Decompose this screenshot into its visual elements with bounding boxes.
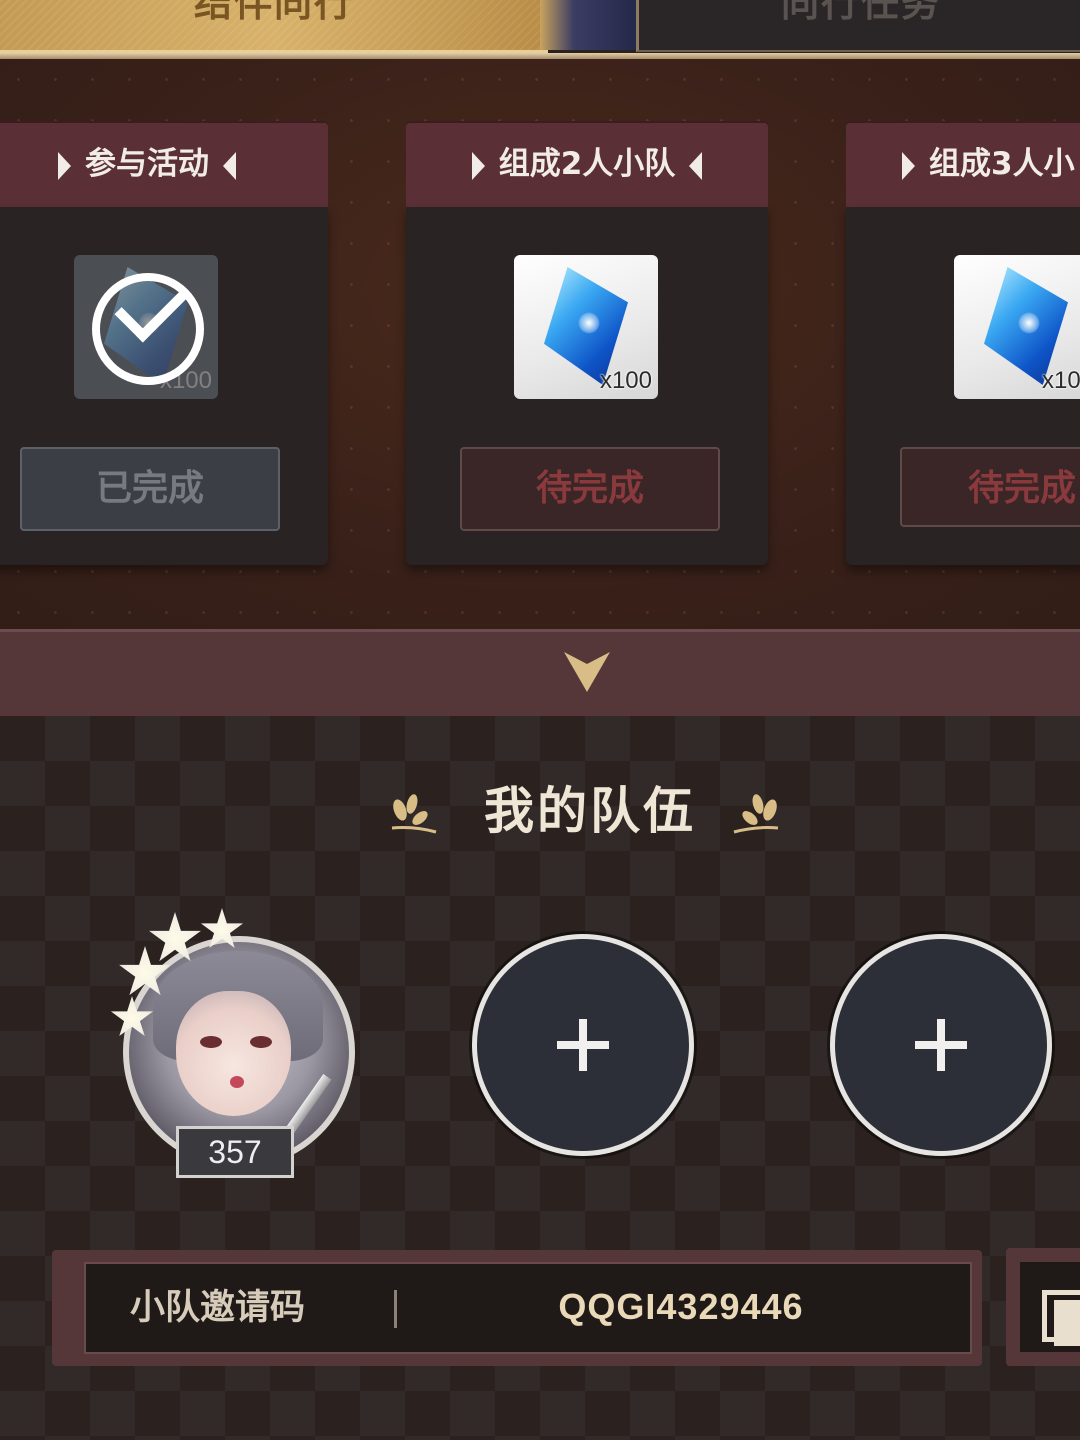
collapse-arrow-icon[interactable]	[564, 652, 610, 692]
avatar-mouth	[230, 1076, 244, 1088]
triangle-right-icon	[902, 151, 915, 180]
avatar-eye	[250, 1036, 272, 1048]
invite-code-box: 小队邀请码 QQGI4329446	[52, 1250, 982, 1366]
status-completed-button[interactable]: 已完成	[20, 447, 280, 531]
task-card-body: x100 待完成	[406, 207, 768, 565]
tab-companion-tasks-label: 同行任务	[780, 0, 941, 25]
task-title-text: 参与活动	[85, 146, 209, 182]
task-card: 组成3人小 x10 待完成	[846, 121, 1080, 565]
plus-icon	[579, 1019, 587, 1071]
triangle-right-icon	[58, 151, 71, 180]
task-title-text: 组成2人小队	[498, 146, 676, 182]
triangle-right-icon	[471, 151, 485, 180]
avatar-eye	[200, 1036, 222, 1048]
team-member-avatar[interactable]: 357	[110, 908, 368, 1179]
triangle-left-icon	[223, 151, 236, 180]
status-pending-button[interactable]: 待完成	[460, 447, 720, 531]
team-section: 我的队伍 357 小队邀请码 QQGI4329446	[0, 716, 1080, 1440]
status-pending-button[interactable]: 待完成	[900, 447, 1080, 527]
tab-companion[interactable]: 结伴同行	[0, 0, 548, 53]
reward-quantity: x100	[599, 367, 652, 394]
invite-code-value: QQGI4329446	[558, 1286, 804, 1327]
task-card-body: x100 已完成	[0, 207, 328, 565]
task-title-text: 组成3人小	[929, 146, 1075, 182]
top-tab-bar: 结伴同行 同行任务	[0, 0, 1080, 62]
invite-separator	[394, 1290, 397, 1328]
reward-item[interactable]: x10	[954, 255, 1080, 399]
task-card-body: x10 待完成	[846, 207, 1080, 565]
invite-code-label: 小队邀请码	[130, 1288, 306, 1328]
task-card-title: 组成3人小	[846, 121, 1080, 207]
add-member-slot[interactable]	[830, 934, 1052, 1156]
tab-companion-tasks[interactable]: 同行任务	[636, 0, 1080, 52]
reward-item[interactable]: x100	[74, 255, 218, 399]
avatar-face	[176, 991, 291, 1116]
team-title-banner: 我的队伍	[380, 776, 800, 846]
task-card-title: 组成2人小队	[406, 121, 768, 207]
plus-icon	[937, 1019, 945, 1071]
reward-item[interactable]: x100	[514, 255, 658, 399]
laurel-right-icon	[733, 794, 779, 834]
invite-code-field: 小队邀请码 QQGI4329446	[84, 1262, 972, 1354]
copy-button[interactable]	[1006, 1248, 1080, 1366]
task-card: 组成2人小队 x100 待完成	[406, 121, 768, 565]
task-panel: 参与活动 x100 已完成 组成2人小队 x100 待完成 组成3人小 x10 …	[0, 59, 1080, 629]
tab-divider	[540, 0, 636, 50]
copy-icon-front	[1054, 1300, 1080, 1346]
level-badge: 357	[176, 1126, 294, 1178]
task-card-title: 参与活动	[0, 121, 328, 207]
triangle-left-icon	[689, 151, 703, 180]
tab-companion-label: 结伴同行	[193, 0, 354, 25]
reward-quantity: x10	[1042, 367, 1080, 394]
task-card: 参与活动 x100 已完成	[0, 121, 328, 565]
copy-button-inner	[1020, 1262, 1080, 1352]
collapse-bar[interactable]	[0, 629, 1080, 719]
add-member-slot[interactable]	[472, 934, 694, 1156]
